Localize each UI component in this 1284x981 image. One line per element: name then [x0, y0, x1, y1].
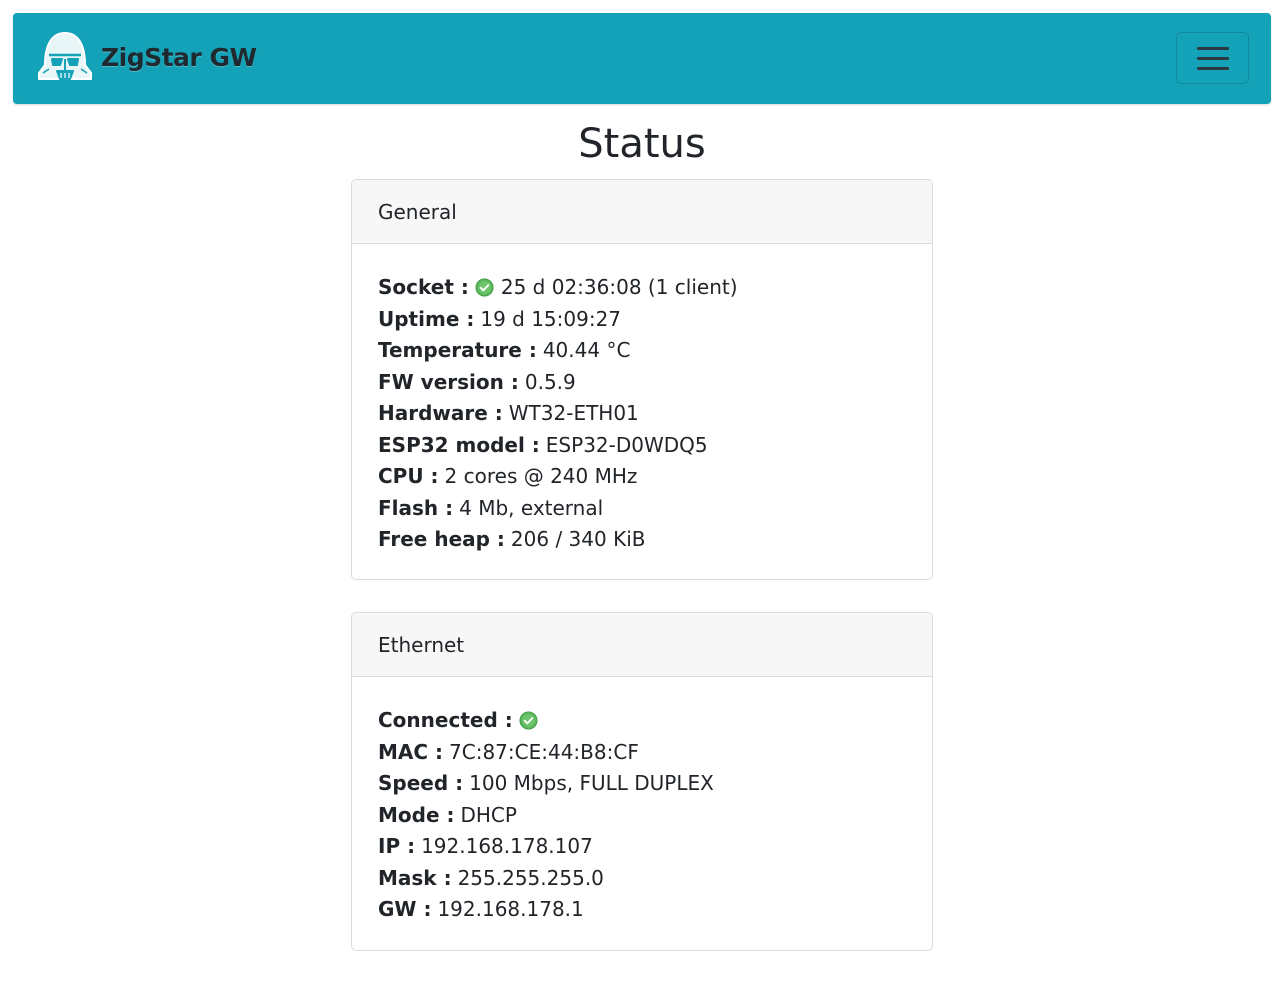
row-label: Mode : [378, 802, 455, 827]
ethernet-row-mac: MAC : 7C:87:CE:44:B8:CF [378, 737, 906, 769]
brand-title: ZigStar GW [101, 42, 257, 72]
row-value: 4 Mb, external [459, 495, 604, 520]
row-label: Hardware : [378, 401, 503, 425]
ethernet-row-mask: Mask : 255.255.255.0 [378, 863, 906, 895]
general-row-esp32-model: ESP32 model : ESP32-D0WDQ5 [378, 430, 906, 462]
row-value: 7C:87:CE:44:B8:CF [449, 739, 639, 764]
ethernet-card: Ethernet Connected : MAC : 7C:87:CE:44:B… [351, 612, 933, 951]
top-navbar: ZigStar GW [13, 13, 1271, 104]
row-label: MAC : [378, 739, 444, 764]
row-value: 255.255.255.0 [457, 865, 604, 890]
general-row-uptime: Uptime : 19 d 15:09:27 [378, 304, 906, 336]
row-label: Temperature : [378, 338, 537, 362]
row-label: CPU : [378, 464, 439, 488]
ethernet-card-header: Ethernet [352, 613, 932, 677]
general-row-temperature: Temperature : 40.44 °C [378, 335, 906, 367]
ethernet-row-ip: IP : 192.168.178.107 [378, 831, 906, 863]
row-label: ESP32 model : [378, 432, 540, 457]
general-card-body: Socket : 25 d 02:36:08 (1 client) Uptime… [352, 244, 932, 556]
row-value: DHCP [460, 802, 517, 827]
row-value: 40.44 °C [542, 338, 631, 362]
row-value: ESP32-D0WDQ5 [545, 432, 708, 457]
brand-link[interactable]: ZigStar GW [35, 29, 257, 85]
row-label: IP : [378, 834, 416, 858]
row-value: 192.168.178.107 [421, 834, 593, 858]
row-label: FW version : [378, 369, 519, 394]
ethernet-row-mode: Mode : DHCP [378, 800, 906, 832]
general-row-flash: Flash : 4 Mb, external [378, 493, 906, 525]
general-row-fw-version: FW version : 0.5.9 [378, 367, 906, 399]
ethernet-row-gateway: GW : 192.168.178.1 [378, 894, 906, 926]
row-label: Mask : [378, 865, 452, 890]
row-label: Free heap : [378, 527, 505, 551]
general-row-socket: Socket : 25 d 02:36:08 (1 client) [378, 272, 906, 304]
row-value: 25 d 02:36:08 (1 client) [500, 275, 738, 299]
general-row-cpu: CPU : 2 cores @ 240 MHz [378, 461, 906, 493]
check-circle-icon [519, 711, 538, 730]
ethernet-row-connected: Connected : [378, 705, 906, 737]
general-row-hardware: Hardware : WT32-ETH01 [378, 398, 906, 430]
row-label: Uptime : [378, 306, 475, 331]
ethernet-card-body: Connected : MAC : 7C:87:CE:44:B8:CF Spee… [352, 677, 932, 926]
row-value: 0.5.9 [524, 369, 576, 394]
check-circle-icon [475, 278, 494, 297]
general-row-free-heap: Free heap : 206 / 340 KiB [378, 524, 906, 556]
general-card-header: General [352, 180, 932, 244]
page-title: Status [578, 121, 706, 167]
row-value: 19 d 15:09:27 [480, 306, 622, 331]
row-label: Flash : [378, 495, 454, 520]
row-label: Connected : [378, 708, 513, 732]
row-label: Socket : [378, 275, 469, 299]
row-label: Speed : [378, 771, 464, 795]
row-value: 192.168.178.1 [437, 897, 584, 921]
general-card: General Socket : 25 d 02:36:08 (1 client… [351, 179, 933, 580]
row-value: 2 cores @ 240 MHz [444, 464, 638, 488]
menu-toggle-button[interactable] [1176, 32, 1249, 84]
row-label: GW : [378, 897, 432, 921]
row-value: WT32-ETH01 [508, 401, 639, 425]
row-value: 100 Mbps, FULL DUPLEX [469, 771, 714, 795]
darth-vader-helmet-icon [38, 32, 92, 80]
row-value: 206 / 340 KiB [510, 527, 646, 551]
ethernet-row-speed: Speed : 100 Mbps, FULL DUPLEX [378, 768, 906, 800]
